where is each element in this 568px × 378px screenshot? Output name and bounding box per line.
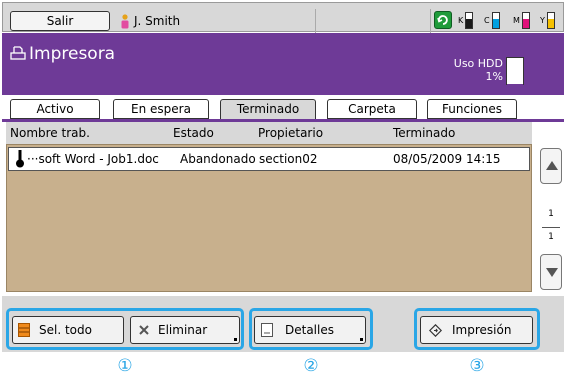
scroll-down-button[interactable] bbox=[540, 254, 562, 290]
arrow-up-icon bbox=[546, 161, 558, 170]
delete-label: Eliminar bbox=[158, 323, 208, 337]
select-all-label: Sel. todo bbox=[39, 323, 92, 337]
eco-refresh-icon[interactable] bbox=[434, 11, 452, 29]
logout-button[interactable]: Salir bbox=[10, 11, 110, 31]
scroll-up-button[interactable] bbox=[540, 148, 562, 184]
details-label: Detalles bbox=[285, 323, 334, 337]
hdd-label-text: Uso HDD bbox=[453, 57, 503, 70]
user-indicator: J. Smith bbox=[117, 11, 229, 31]
user-name: J. Smith bbox=[134, 14, 181, 28]
toner-bar bbox=[521, 12, 530, 29]
hdd-usage-label: Uso HDD 1% bbox=[437, 57, 503, 83]
toner-m: M bbox=[513, 12, 530, 30]
tab-activo[interactable]: Activo bbox=[10, 99, 100, 119]
toner-k: K bbox=[458, 12, 474, 30]
hdd-usage-gauge bbox=[506, 57, 524, 85]
submenu-indicator bbox=[234, 338, 237, 341]
divider bbox=[315, 9, 316, 33]
document-type-icon bbox=[16, 150, 24, 168]
job-status: Abandonado bbox=[180, 152, 256, 166]
job-name: ···soft Word - Job1.doc bbox=[27, 152, 159, 166]
print-diamond-icon bbox=[429, 324, 442, 337]
select-all-button[interactable]: Sel. todo bbox=[12, 316, 124, 344]
close-icon bbox=[139, 325, 149, 335]
printer-icon bbox=[10, 46, 26, 60]
column-header-finished: Terminado bbox=[393, 126, 456, 140]
tab-carpeta[interactable]: Carpeta bbox=[327, 99, 417, 119]
delete-button[interactable]: Eliminar bbox=[130, 316, 240, 344]
tab-terminado[interactable]: Terminado bbox=[220, 99, 316, 121]
tab-funciones[interactable]: Funciones bbox=[427, 99, 517, 119]
callout-marker-2: ② bbox=[303, 356, 319, 376]
toner-bar bbox=[465, 12, 474, 29]
arrow-down-icon bbox=[546, 268, 558, 277]
job-owner: section02 bbox=[259, 152, 318, 166]
toner-bar bbox=[546, 12, 555, 29]
page-current: 1 bbox=[548, 209, 554, 219]
page-title: Impresora bbox=[10, 43, 115, 65]
print-label: Impresión bbox=[452, 323, 512, 337]
callout-marker-3: ③ bbox=[469, 356, 485, 376]
page-divider bbox=[542, 227, 560, 228]
list-icon bbox=[18, 323, 30, 337]
submenu-indicator bbox=[360, 338, 363, 341]
user-icon bbox=[121, 14, 129, 29]
callout-marker-1: ① bbox=[117, 356, 133, 376]
page-total: 1 bbox=[548, 232, 554, 242]
toner-c: C bbox=[484, 12, 500, 30]
toner-levels: K C M Y bbox=[434, 10, 562, 32]
column-header-name: Nombre trab. bbox=[10, 126, 90, 140]
toner-bar bbox=[491, 12, 500, 29]
tab-en-espera[interactable]: En espera bbox=[113, 99, 209, 119]
hdd-value: 1% bbox=[485, 70, 503, 83]
job-finished-time: 08/05/2009 14:15 bbox=[393, 152, 501, 166]
print-button[interactable]: Impresión bbox=[420, 316, 533, 344]
column-header-status: Estado bbox=[173, 126, 214, 140]
document-icon bbox=[261, 323, 273, 337]
divider bbox=[430, 9, 431, 33]
details-button[interactable]: Detalles bbox=[254, 316, 366, 344]
page-title-text: Impresora bbox=[29, 44, 116, 64]
toner-y: Y bbox=[540, 12, 555, 30]
column-header-owner: Propietario bbox=[258, 126, 324, 140]
